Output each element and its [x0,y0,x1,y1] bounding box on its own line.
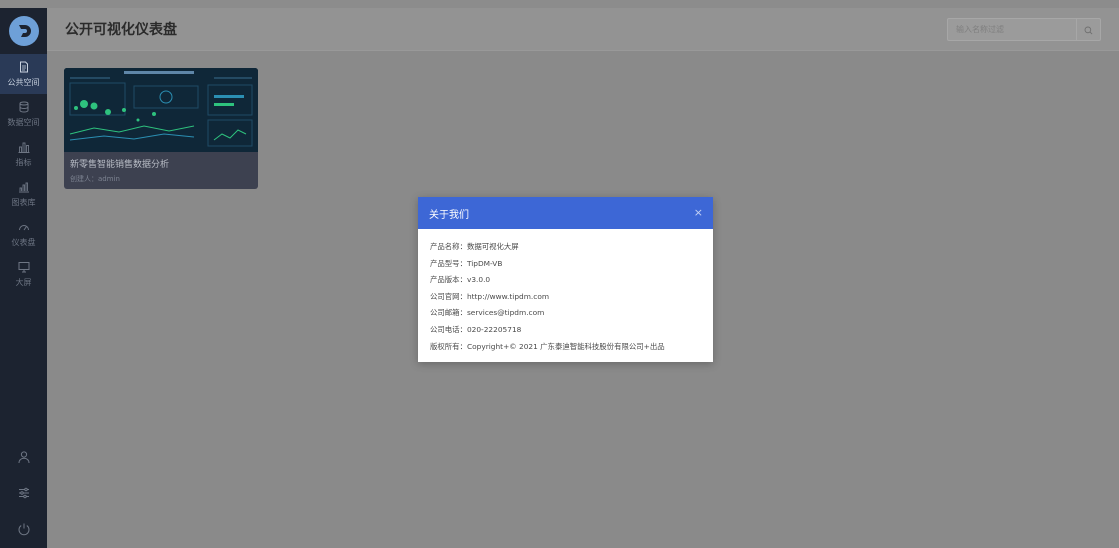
sidebar-item-label: 大屏 [15,277,32,287]
dashboard-card[interactable]: 新零售智能销售数据分析 创建人：admin [64,68,258,189]
document-icon [18,61,30,75]
product-name-row: 产品名称：数据可视化大屏 [430,242,519,251]
bar-chart-icon [18,141,30,155]
sidebar-item-label: 图表库 [11,197,36,207]
sidebar-item-data-space[interactable]: 数据空间 [0,94,47,134]
search-input[interactable] [948,19,1076,40]
search-icon [1084,20,1093,39]
company-email-row: 公司邮箱：services@tipdm.com [430,308,545,318]
topbar: 公开可视化仪表盘 [47,8,1119,51]
modal-header: 关于我们 × [418,197,713,229]
sidebar-item-label: 指标 [15,157,32,167]
settings-sliders-icon [17,485,31,504]
sidebar-item-label: 数据空间 [7,117,40,127]
sidebar-item-chart-library[interactable]: 图表库 [0,174,47,214]
card-creator: 创建人：admin [70,175,120,183]
logo-icon [8,16,39,46]
search-button[interactable] [1076,19,1100,40]
about-modal: 关于我们 × 产品名称：数据可视化大屏 产品型号：TipDM-VB 产品版本：v… [418,197,713,362]
chart-library-icon [18,181,30,195]
sidebar-item-public-space[interactable]: 公共空间 [0,54,47,94]
product-model-row: 产品型号：TipDM-VB [430,258,503,268]
product-version-row: 产品版本：v3.0.0 [430,275,491,285]
database-icon [18,101,30,115]
modal-title: 关于我们 [429,209,469,221]
page-title: 公开可视化仪表盘 [65,22,177,38]
user-icon [17,449,31,468]
sidebar-item-label: 仪表盘 [11,237,36,247]
close-icon[interactable]: × [694,206,703,219]
user-button[interactable] [0,440,47,476]
company-website-row: 公司官网：http://www.tipdm.com [430,291,550,301]
gauge-icon [18,221,30,235]
logo[interactable] [0,8,47,54]
company-phone-row: 公司电话：020-22205718 [430,324,522,334]
power-icon [17,521,31,540]
logout-button[interactable] [0,512,47,548]
monitor-icon [18,261,30,275]
sidebar: 公共空间 数据空间 指标 图表库 仪表盘 大屏 [0,8,47,548]
modal-body: 产品名称：数据可视化大屏 产品型号：TipDM-VB 产品版本：v3.0.0 公… [418,229,713,355]
sidebar-bottom [0,440,47,548]
search-box [947,18,1101,41]
dashboard-thumbnail [64,68,258,152]
sidebar-item-label: 公共空间 [7,77,40,87]
sidebar-item-metrics[interactable]: 指标 [0,134,47,174]
settings-button[interactable] [0,476,47,512]
sidebar-item-dashboard[interactable]: 仪表盘 [0,214,47,254]
card-title: 新零售智能销售数据分析 [70,160,170,170]
copyright-row: 版权所有：Copyright+© 2021 广东泰迪智能科技股份有限公司+出品 [430,341,665,351]
sidebar-item-big-screen[interactable]: 大屏 [0,254,47,294]
